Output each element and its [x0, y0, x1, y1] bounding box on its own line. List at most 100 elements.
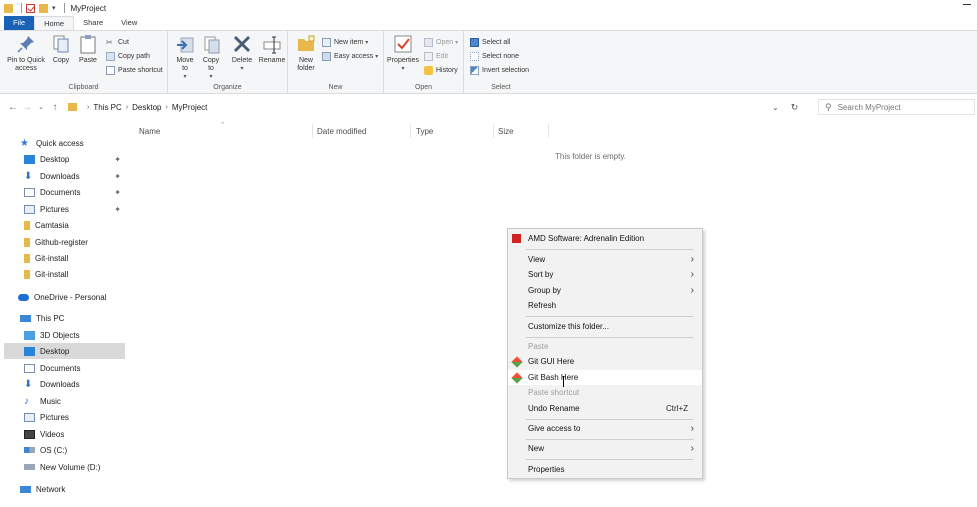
nav-item-downloads-pc[interactable]: ⬇ Downloads	[24, 376, 125, 392]
menu-item-paste-shortcut[interactable]: Paste shortcut	[508, 385, 702, 400]
desktop-icon	[24, 346, 35, 356]
recent-locations-icon[interactable]: ⌄	[34, 103, 48, 111]
menu-item-new[interactable]: New ›	[508, 441, 702, 456]
breadcrumb-myproject[interactable]: MyProject	[172, 103, 208, 112]
nav-item-desktop-pc[interactable]: Desktop	[4, 343, 125, 359]
nav-item-documents-pc[interactable]: Documents	[24, 360, 125, 376]
menu-item-undo-rename[interactable]: Undo Rename Ctrl+Z	[508, 401, 702, 416]
edit-button[interactable]: Edit	[424, 51, 448, 62]
chevron-right-icon: ›	[690, 269, 694, 280]
refresh-icon[interactable]: ↻	[791, 102, 799, 113]
move-to-button[interactable]: Move to ▾	[174, 34, 196, 81]
paste-label: Paste	[79, 57, 97, 64]
properties-button[interactable]: Properties ▾	[386, 34, 420, 73]
menu-item-properties[interactable]: Properties	[508, 462, 702, 477]
tab-share[interactable]: Share	[74, 16, 112, 30]
menu-item-customize-folder[interactable]: Customize this folder...	[508, 319, 702, 334]
nav-quick-access[interactable]: ★ Quick access	[20, 135, 125, 151]
column-divider[interactable]	[548, 124, 549, 138]
cut-button[interactable]: ✂ Cut	[106, 37, 129, 48]
back-arrow-icon[interactable]: ←	[6, 102, 20, 113]
nav-item-github-register[interactable]: Github-register	[24, 234, 125, 250]
nav-item-music[interactable]: ♪ Music	[24, 393, 125, 409]
delete-dropdown-icon: ▾	[240, 66, 244, 72]
menu-item-amd-software[interactable]: AMD Software: Adrenalin Edition	[508, 231, 702, 246]
menu-item-view[interactable]: View ›	[508, 252, 702, 267]
search-input[interactable]: ⚲ Search MyProject	[818, 99, 975, 115]
invert-selection-button[interactable]: Invert selection	[470, 65, 529, 76]
tab-home[interactable]: Home	[34, 16, 75, 30]
nav-onedrive[interactable]: OneDrive - Personal	[18, 289, 125, 305]
open-button[interactable]: Open ▾	[424, 37, 458, 48]
address-dropdown-icon[interactable]: ⌄	[772, 103, 779, 112]
breadcrumb-this-pc[interactable]: This PC	[93, 103, 121, 112]
copy-path-button[interactable]: Copy path	[106, 51, 150, 62]
nav-item-git-install[interactable]: Git-install	[24, 250, 125, 266]
qat-dropdown-icon[interactable]: ▾	[52, 4, 56, 12]
nav-item-pictures-pc[interactable]: Pictures	[24, 409, 125, 425]
delete-button[interactable]: Delete ▾	[228, 34, 256, 73]
nav-network[interactable]: Network	[20, 481, 125, 497]
breadcrumb-desktop[interactable]: Desktop	[132, 103, 161, 112]
menu-item-group-by[interactable]: Group by ›	[508, 283, 702, 298]
new-item-button[interactable]: New item ▾	[322, 37, 368, 48]
nav-label: Github-register	[35, 237, 88, 247]
pin-icon[interactable]: ✦	[114, 172, 121, 181]
column-divider[interactable]	[493, 124, 494, 138]
new-folder-icon	[296, 34, 316, 54]
select-none-button[interactable]: Select none	[470, 51, 519, 62]
column-header-type[interactable]: Type	[416, 127, 433, 136]
nav-item-documents[interactable]: Documents ✦	[24, 184, 125, 200]
nav-item-desktop[interactable]: Desktop ✦	[24, 151, 125, 167]
nav-item-camtasia[interactable]: Camtasia	[24, 217, 125, 233]
menu-item-give-access-to[interactable]: Give access to ›	[508, 421, 702, 436]
pin-icon[interactable]: ✦	[114, 205, 121, 214]
menu-item-sort-by[interactable]: Sort by ›	[508, 267, 702, 282]
pin-quick-access-button[interactable]: Pin to Quick access	[6, 34, 46, 73]
new-item-dropdown-icon: ▾	[365, 40, 369, 46]
column-divider[interactable]	[410, 124, 411, 138]
rename-button[interactable]: Rename	[258, 34, 286, 65]
menu-item-refresh[interactable]: Refresh	[508, 298, 702, 313]
tab-file[interactable]: File	[4, 16, 35, 30]
up-arrow-icon[interactable]: ↑	[48, 102, 62, 113]
new-folder-button[interactable]: New folder	[294, 34, 318, 73]
nav-item-downloads[interactable]: ⬇ Downloads ✦	[24, 168, 125, 184]
column-divider[interactable]	[312, 124, 313, 138]
new-folder-icon[interactable]	[39, 3, 48, 13]
easy-access-button[interactable]: Easy access ▾	[322, 51, 378, 62]
nav-item-git-install-2[interactable]: Git-install	[24, 266, 125, 282]
tab-view[interactable]: View	[112, 16, 146, 30]
menu-label: Git GUI Here	[528, 357, 575, 366]
copy-to-button[interactable]: Copy to ▾	[200, 34, 222, 81]
properties-check-icon[interactable]	[26, 3, 35, 13]
nav-item-os-c[interactable]: OS (C:)	[24, 442, 125, 458]
select-all-button[interactable]: Select all	[470, 37, 510, 48]
paste-button[interactable]: Paste	[76, 34, 100, 65]
forward-arrow-icon[interactable]: →	[20, 102, 34, 113]
pin-icon[interactable]: ✦	[114, 155, 121, 164]
menu-item-git-gui-here[interactable]: Git GUI Here	[508, 354, 702, 369]
menu-item-git-bash-here[interactable]: Git Bash Here	[508, 370, 702, 385]
column-header-size[interactable]: Size	[498, 127, 514, 136]
folder-icon	[24, 269, 30, 279]
nav-label: 3D Objects	[40, 330, 80, 340]
nav-item-3d-objects[interactable]: 3D Objects	[24, 327, 125, 343]
history-button[interactable]: History	[424, 65, 458, 76]
pin-icon[interactable]: ✦	[114, 188, 121, 197]
nav-item-pictures[interactable]: Pictures ✦	[24, 201, 125, 217]
minimize-icon[interactable]	[963, 4, 971, 5]
column-header-date-modified[interactable]: Date modified	[317, 127, 366, 136]
copy-button[interactable]: Copy	[50, 34, 72, 65]
nav-item-new-volume-d[interactable]: New Volume (D:)	[24, 459, 125, 475]
paste-shortcut-button[interactable]: Paste shortcut	[106, 65, 163, 76]
column-header-name[interactable]: Name	[139, 127, 160, 136]
menu-item-paste[interactable]: Paste	[508, 339, 702, 354]
nav-label: Music	[40, 396, 61, 406]
copy-to-dropdown-icon: ▾	[209, 74, 213, 80]
breadcrumb[interactable]: › This PC › Desktop › MyProject	[68, 103, 207, 112]
menu-label: Undo Rename	[528, 404, 580, 413]
nav-item-videos[interactable]: Videos	[24, 426, 125, 442]
nav-this-pc[interactable]: This PC	[20, 310, 125, 326]
nav-label: Documents	[40, 363, 81, 373]
